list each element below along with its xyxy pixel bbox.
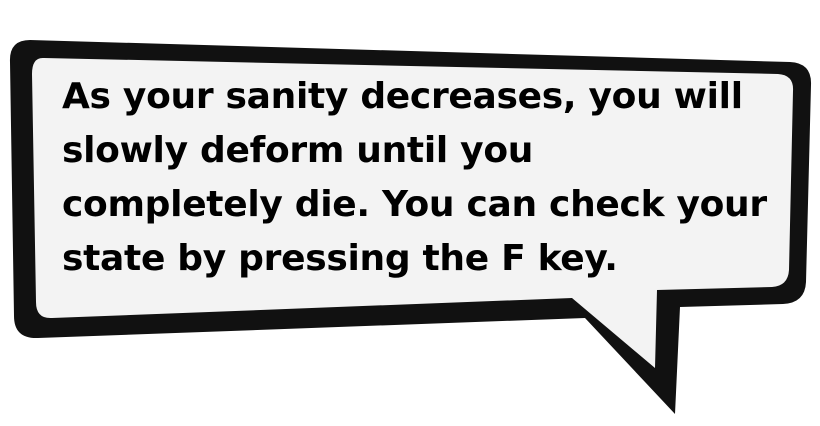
dialog-line-1: As your sanity decreases, you will — [62, 76, 743, 117]
tutorial-dialog-screen: As your sanity decreases, you will slowl… — [0, 0, 820, 426]
dialog-line-4: state by pressing the F key. — [62, 238, 618, 279]
dialog-line-2: slowly deform until you — [62, 130, 534, 171]
dialog-line-3: completely die. You can check your — [62, 184, 767, 225]
dialog-message: As your sanity decreases, you will slowl… — [62, 70, 767, 286]
